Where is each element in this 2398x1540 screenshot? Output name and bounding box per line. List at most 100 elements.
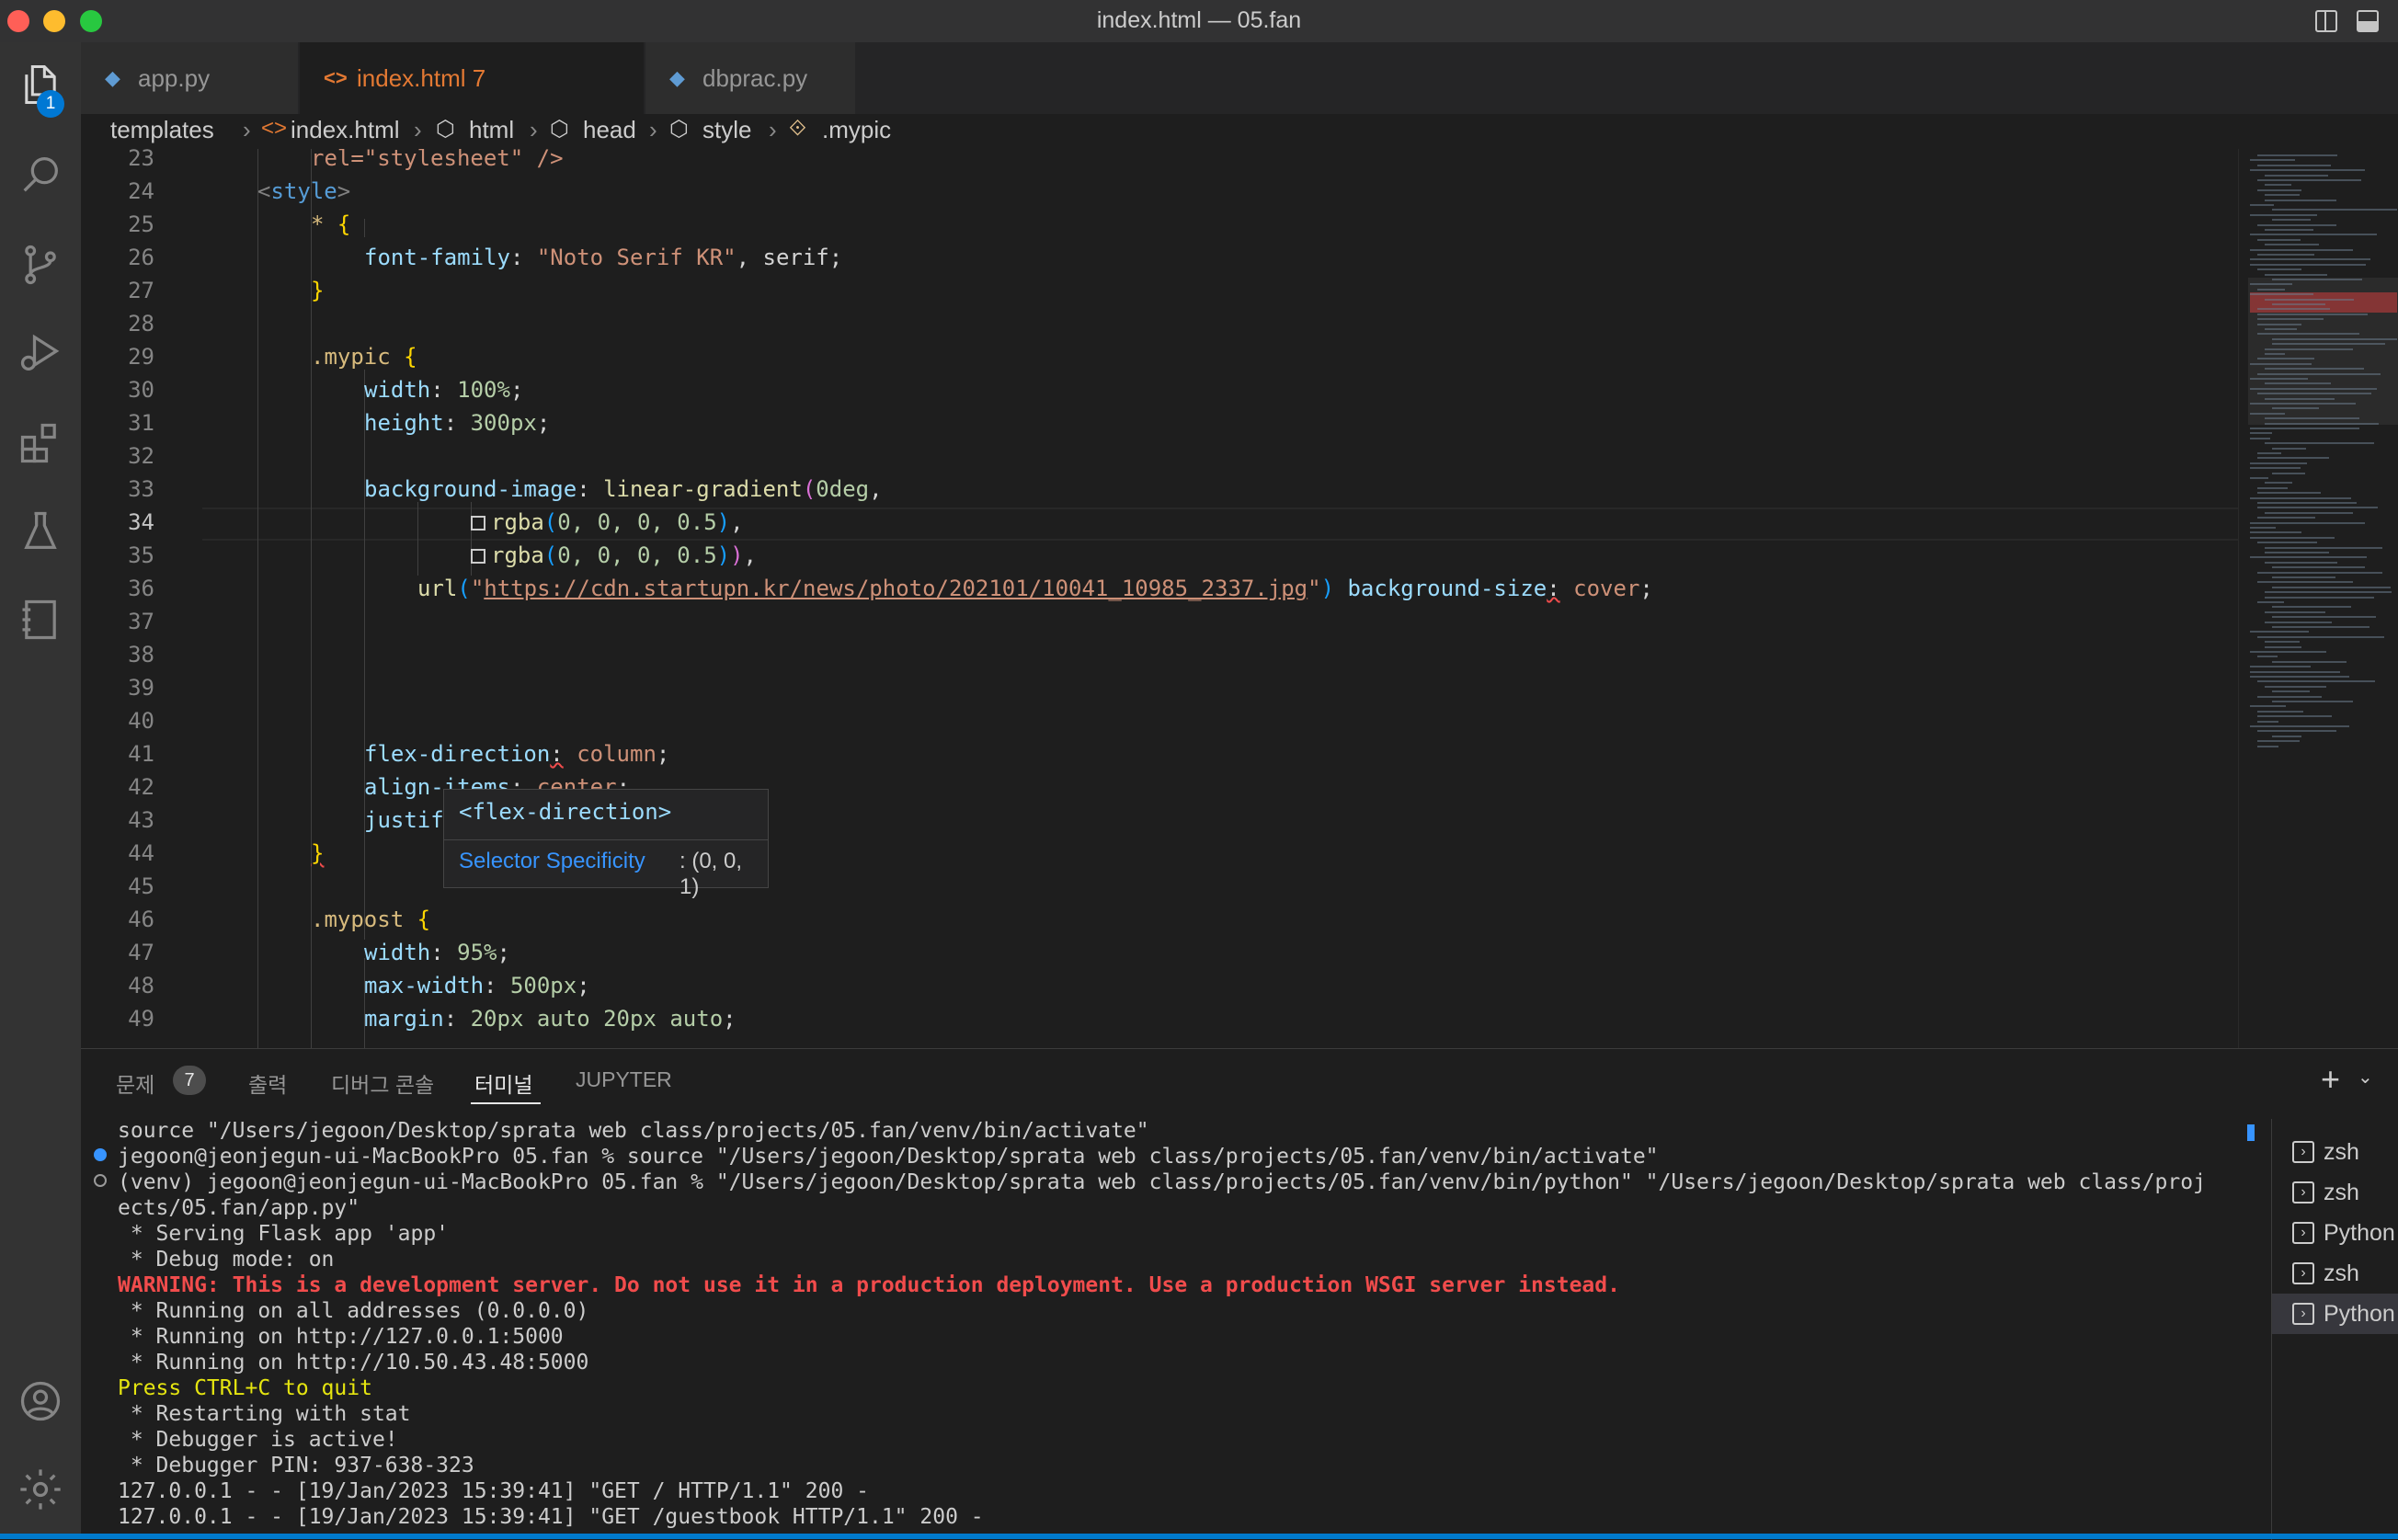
hover-tooltip: <flex-direction> Selector Specificity : … [443,789,769,899]
account-icon[interactable] [17,1377,64,1425]
minimap-line [2257,179,2361,181]
breadcrumb-item-html[interactable]: html [469,116,514,144]
minimap-line [2257,288,2285,291]
minimap-line [2257,507,2378,509]
minimap-line [2265,199,2336,201]
command-running-dot-icon[interactable] [94,1174,107,1187]
testing-icon[interactable] [17,508,64,555]
terminal-scrollbar[interactable] [2247,1124,2255,1141]
minimap-line [2250,293,2313,296]
breadcrumb-item-mypic[interactable]: .mypic [822,116,891,144]
minimap-line [2250,527,2276,529]
command-success-dot-icon[interactable] [94,1148,107,1161]
code-line: width: 95%; [364,940,510,965]
chevron-right-icon: › [243,116,251,143]
minimap-line [2272,660,2347,663]
link-url[interactable]: https://cdn.startupn.kr/news/photo/20210… [484,576,1307,601]
minimap-line [2250,725,2349,727]
minimap-line [2257,164,2331,166]
toggle-sidebar-icon[interactable] [2315,10,2337,32]
breadcrumb-item-style[interactable]: style [702,116,751,144]
minimap-line [2272,279,2362,280]
code-line: } [311,278,325,303]
explorer-badge: 1 [37,90,64,118]
terminal-instance-label: zsh [2324,1261,2359,1286]
color-swatch[interactable] [471,516,485,530]
minimap-line [2250,283,2292,286]
terminal-instance[interactable]: › zsh [2272,1132,2398,1172]
run-debug-icon[interactable] [17,329,64,377]
minimap[interactable] [2238,149,2398,1048]
tab-label: app.py [138,64,211,92]
minimap-line [2250,169,2365,172]
code-editor[interactable]: 23 24 25 26 27 28 29 30 31 32 33 34 35 36 37 38 39 40 41 42… [81,149,2238,1048]
terminal-instance[interactable]: › Python [2272,1213,2398,1253]
tab-debug-console[interactable]: 디버그 콘솔 [331,1067,434,1099]
minimap-line [2265,368,2364,371]
minimap-line [2265,194,2300,197]
minimap-line [2250,676,2349,678]
extensions-icon[interactable] [17,419,64,467]
minimap-line [2272,209,2397,211]
title-bar: index.html — 05.fan [0,0,2398,42]
minimap-line [2257,254,2314,256]
line-number: 27 [128,278,154,303]
minimap-line [2250,362,2312,365]
jupyter-icon[interactable] [17,596,64,644]
terminal-line: * Running on http://127.0.0.1:5000 [118,1325,564,1349]
minimap-line [2250,428,2359,429]
line-number: 32 [128,443,154,469]
code-line: url("https://cdn.startupn.kr/news/photo/… [417,576,1653,601]
tab-dbprac-py[interactable]: ◆ dbprac.py [645,42,855,114]
minimap-line [2257,223,2336,226]
breadcrumb-item-head[interactable]: head [583,116,636,144]
minimap-line [2265,596,2374,599]
minimap-line [2250,521,2365,524]
terminal-instance[interactable]: › zsh [2272,1253,2398,1294]
minimap-line [2250,462,2307,464]
source-control-icon[interactable] [17,241,64,289]
tab-jupyter[interactable]: JUPYTER [576,1067,672,1092]
new-terminal-plus-icon[interactable]: + [2321,1060,2340,1099]
minimap-line [2250,204,2274,206]
tab-terminal[interactable]: 터미널 [474,1067,532,1099]
line-number: 25 [128,211,154,237]
minimap-line [2257,188,2301,191]
minimap-line [2257,517,2315,519]
terminal-icon: › [2292,1141,2314,1163]
minimap-line [2250,477,2268,479]
terminal-output[interactable]: source "/Users/jegoon/Desktop/sprata web… [81,1119,2266,1540]
minimap-line [2257,318,2324,321]
minimap-line [2257,452,2281,454]
minimap-line [2272,337,2397,340]
divider [444,839,768,840]
tab-problems[interactable]: 문제 [116,1067,154,1099]
tab-app-py[interactable]: ◆ app.py [81,42,298,114]
selector-specificity-link[interactable]: Selector Specificity [459,849,645,874]
minimap-line [2265,244,2319,246]
terminal-instance[interactable]: › zsh [2272,1172,2398,1213]
terminal-instance[interactable]: › Python [2272,1294,2398,1334]
terminal-instance-label: Python [2324,1301,2395,1327]
settings-gear-icon[interactable] [17,1466,64,1513]
tab-index-html[interactable]: <> index.html 7 [300,42,748,114]
terminal-icon: › [2292,1262,2314,1284]
minimap-line [2250,263,2366,266]
toggle-panel-icon[interactable] [2357,10,2379,32]
chevron-down-icon[interactable]: ⌄ [2358,1066,2373,1089]
breadcrumb-item-templates[interactable]: templates [110,116,214,144]
editor-tab-bar: ◆ app.py <> index.html 7 ◆ dbprac.py [81,42,2398,114]
breadcrumb-item-index-html[interactable]: index.html [291,116,400,144]
indent-guide [364,370,365,940]
color-swatch[interactable] [471,549,485,564]
tab-output[interactable]: 출력 [248,1067,287,1099]
tab-label: index.html 7 [357,64,486,92]
line-number: 26 [128,245,154,270]
terminal-icon: › [2292,1303,2314,1325]
minimap-line [2272,566,2365,569]
bottom-panel: 문제 7 출력 디버그 콘솔 터미널 JUPYTER + ⌄ source "/… [81,1048,2398,1540]
code-line: font-family: "Noto Serif KR", serif; [364,245,843,270]
search-icon[interactable] [17,151,64,199]
window-title: index.html — 05.fan [1096,7,1302,33]
minimap-line [2265,552,2329,553]
